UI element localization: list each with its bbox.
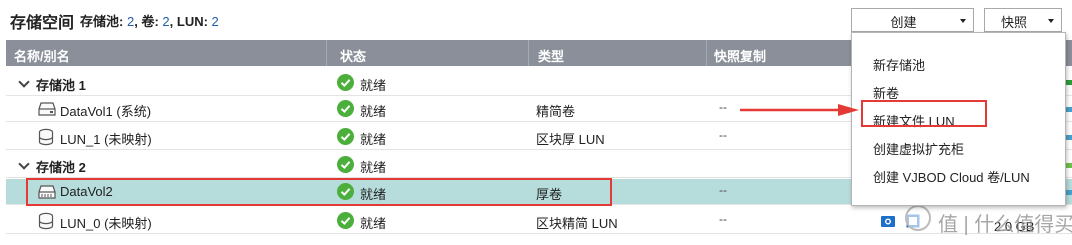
status-ok-icon xyxy=(337,156,354,173)
summary-pool-key: 存储池: xyxy=(80,14,124,29)
row-status: 就绪 xyxy=(360,216,387,231)
capacity-bar xyxy=(1066,80,1072,85)
column-header-status[interactable]: 状态 xyxy=(340,46,366,65)
column-divider xyxy=(326,40,327,66)
column-divider xyxy=(528,40,529,66)
highlight-box-menu-item xyxy=(861,100,987,127)
chevron-down-icon[interactable] xyxy=(18,76,30,88)
row-name: LUN_1 (未映射) xyxy=(60,132,152,147)
status-ok-icon xyxy=(337,212,354,229)
row-name: 存储池 2 xyxy=(36,160,86,175)
annotation-arrow-icon xyxy=(740,104,859,116)
volume-disk-icon xyxy=(38,102,56,116)
watermark-text: 值 | 什么值得买 xyxy=(938,214,1072,236)
create-button[interactable]: 创建 xyxy=(851,8,974,32)
menu-item-label: 创建 VJBOD Cloud 卷/LUN xyxy=(873,170,1030,185)
row-name: 存储池 1 xyxy=(36,78,86,93)
summary-separator: , xyxy=(169,14,177,29)
page-title: 存储空间 xyxy=(10,15,75,32)
snapshot-button-label: 快照 xyxy=(1000,15,1027,30)
summary-lun-value: 2 xyxy=(211,14,219,29)
storage-summary: 存储池: 2, 卷: 2, LUN: 2 xyxy=(80,11,219,30)
snapshot-button[interactable]: 快照 xyxy=(984,8,1062,32)
chevron-down-icon[interactable] xyxy=(18,158,30,170)
column-header-snapshot[interactable]: 快照复制 xyxy=(714,46,766,65)
column-header-type[interactable]: 类型 xyxy=(538,46,564,65)
row-type: 精简卷 xyxy=(536,104,576,119)
row-snapshot: -- xyxy=(719,183,727,197)
status-ok-icon xyxy=(337,128,354,145)
row-name: DataVol1 (系统) xyxy=(60,104,152,119)
capacity-bar xyxy=(1066,135,1072,140)
capacity-bar xyxy=(1066,107,1072,112)
row-status: 就绪 xyxy=(360,78,387,93)
lun-cylinder-icon xyxy=(38,212,54,230)
summary-lun-key: LUN: xyxy=(176,14,208,29)
capacity-bar xyxy=(1066,163,1072,168)
status-ok-icon xyxy=(337,100,354,117)
chevron-down-icon xyxy=(960,19,966,23)
column-header-name[interactable]: 名称/别名 xyxy=(14,46,70,65)
chevron-down-icon xyxy=(1048,19,1054,23)
create-button-label: 创建 xyxy=(890,15,917,30)
row-snapshot: -- xyxy=(719,212,727,226)
row-type: 区块厚 LUN xyxy=(536,132,605,147)
row-snapshot: -- xyxy=(719,100,727,114)
snapshot-camera-icon[interactable] xyxy=(880,214,896,228)
capacity-bar xyxy=(1066,190,1072,195)
menu-item-create-virtual-enclosure[interactable]: 创建虚拟扩充柜 xyxy=(852,134,1065,160)
menu-item-new-pool[interactable]: 新存储池 xyxy=(852,50,1065,76)
highlight-box-selected-row xyxy=(26,178,612,206)
row-name: LUN_0 (未映射) xyxy=(60,216,152,231)
row-snapshot: -- xyxy=(719,128,727,142)
watermark-logo xyxy=(905,205,931,231)
status-ok-icon xyxy=(337,74,354,91)
row-type: 区块精简 LUN xyxy=(536,216,618,231)
menu-item-label: 新存储池 xyxy=(873,58,926,73)
menu-item-label: 创建虚拟扩充柜 xyxy=(873,142,965,157)
menu-item-create-vjbod-cloud[interactable]: 创建 VJBOD Cloud 卷/LUN xyxy=(852,162,1065,188)
row-status: 就绪 xyxy=(360,104,387,119)
lun-cylinder-icon xyxy=(38,128,54,146)
column-divider xyxy=(706,40,707,66)
summary-volume-key: 卷: xyxy=(141,14,159,29)
row-status: 就绪 xyxy=(360,160,387,175)
summary-volume-value: 2 xyxy=(162,14,170,29)
row-status: 就绪 xyxy=(360,132,387,147)
